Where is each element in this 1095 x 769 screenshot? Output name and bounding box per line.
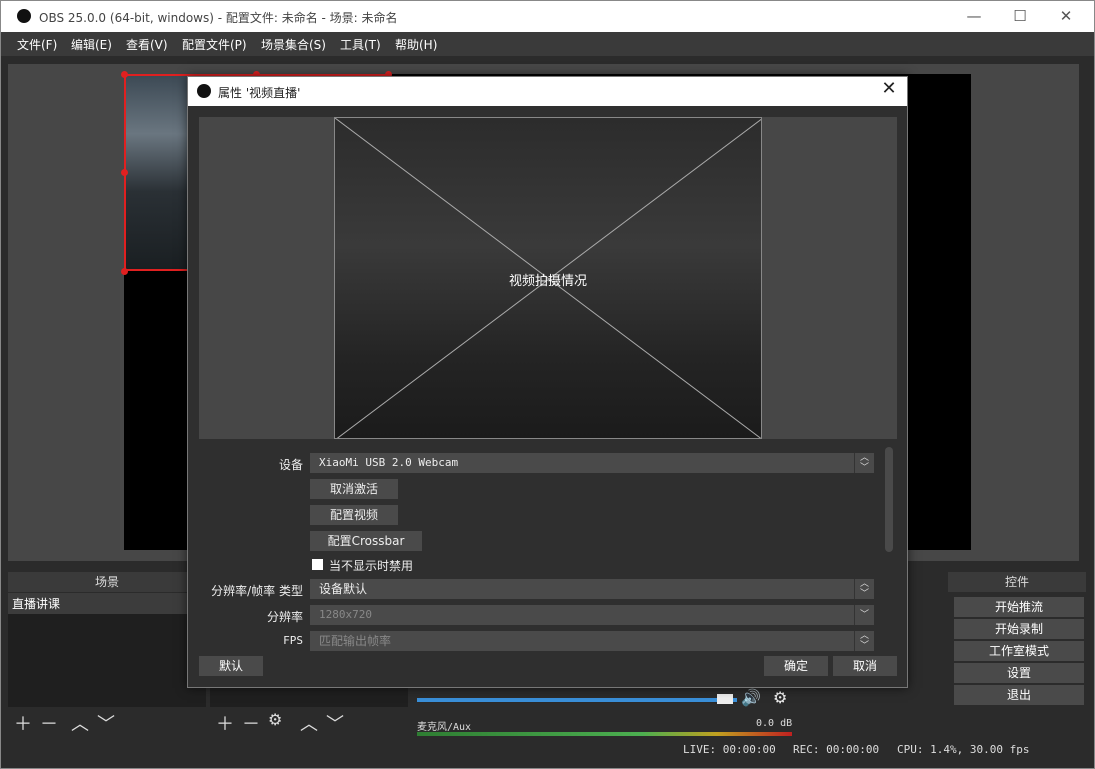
menu-tools[interactable]: 工具(T)	[340, 36, 381, 53]
rec-timer: REC: 00:00:00	[793, 743, 880, 756]
dialog-close-button[interactable]: ✕	[877, 78, 901, 99]
controls-dock-title: 控件	[948, 572, 1086, 592]
obs-main-window: OBS 25.0.0 (64-bit, windows) - 配置文件: 未命名…	[0, 0, 1095, 769]
maximize-button[interactable]: ☐	[997, 1, 1043, 32]
hide-disable-checkbox[interactable]	[312, 559, 323, 570]
menu-help[interactable]: 帮助(H)	[395, 36, 437, 53]
res-type-select[interactable]: 设备默认 ︿ ﹀	[310, 579, 874, 599]
dialog-title-bar: 属性 '视频直播' ✕	[188, 77, 907, 106]
device-label: 设备	[278, 458, 303, 472]
deactivate-button[interactable]: 取消激活	[310, 479, 398, 499]
add-icon[interactable]: ＋	[14, 710, 32, 736]
res-type-value: 设备默认	[319, 582, 368, 596]
move-up-icon[interactable]: ︿	[71, 710, 89, 736]
mixer-source-name: 麦克风/Aux	[417, 722, 472, 733]
scene-item[interactable]: 直播讲课	[8, 593, 206, 614]
window-title: OBS 25.0.0 (64-bit, windows) - 配置文件: 未命名…	[39, 11, 398, 25]
remove-icon[interactable]: －	[242, 710, 260, 736]
start-recording-button[interactable]: 开始录制	[954, 619, 1084, 639]
device-value: XiaoMi USB 2.0 Webcam	[319, 456, 459, 469]
webcam-preview: 视频拍摄情况	[334, 117, 762, 439]
fps-value: 匹配输出帧率	[319, 634, 392, 648]
resolution-value: 1280x720	[319, 608, 372, 621]
device-select[interactable]: XiaoMi USB 2.0 Webcam ︿ ﹀	[310, 453, 874, 473]
spinner-icon: ︿ ﹀	[854, 453, 874, 473]
move-up-icon[interactable]: ︿	[300, 710, 318, 736]
resize-handle[interactable]	[121, 71, 128, 78]
resize-handle[interactable]	[121, 268, 128, 275]
cpu-stats: CPU: 1.4%, 30.00 fps	[897, 743, 1030, 756]
menu-view[interactable]: 查看(V)	[126, 36, 168, 53]
move-down-icon[interactable]: ﹀	[97, 710, 115, 736]
speaker-icon[interactable]: 🔊	[741, 688, 761, 707]
move-down-icon[interactable]: ﹀	[326, 710, 344, 736]
fps-select[interactable]: 匹配输出帧率 ︿ ﹀	[310, 631, 874, 651]
exit-button[interactable]: 退出	[954, 685, 1084, 705]
ok-button[interactable]: 确定	[764, 656, 828, 676]
menu-profile[interactable]: 配置文件(P)	[182, 36, 247, 53]
add-icon[interactable]: ＋	[216, 710, 234, 736]
scenes-dock-title: 场景	[8, 572, 206, 592]
volume-slider-track[interactable]	[417, 698, 737, 702]
spinner-icon: ︿ ﹀	[854, 631, 874, 651]
audio-mixer: 🔊 ⚙ 麦克风/Aux 0.0 dB	[411, 687, 811, 738]
sources-toolbar: ＋ － ⚙ ︿ ﹀	[210, 708, 408, 736]
obs-logo-icon	[197, 84, 211, 98]
gear-icon[interactable]: ⚙	[773, 688, 787, 707]
menu-scene-collection[interactable]: 场景集合(S)	[261, 36, 326, 53]
chevron-down-icon: ﹀	[854, 605, 874, 625]
scenes-dock: 场景 直播讲课 ＋ － ︿ ﹀	[8, 572, 206, 738]
volume-slider-handle[interactable]	[717, 694, 733, 704]
dialog-title: 属性 '视频直播'	[218, 86, 301, 100]
remove-icon[interactable]: －	[40, 710, 58, 736]
settings-button[interactable]: 设置	[954, 663, 1084, 683]
properties-dialog: 属性 '视频直播' ✕ 视频拍摄情况 设备 XiaoMi USB 2.0 Web…	[187, 76, 908, 688]
studio-mode-button[interactable]: 工作室模式	[954, 641, 1084, 661]
scenes-list[interactable]: 直播讲课	[8, 593, 206, 707]
configure-crossbar-button[interactable]: 配置Crossbar	[310, 531, 422, 551]
start-streaming-button[interactable]: 开始推流	[954, 597, 1084, 617]
mixer-level: 0.0 dB	[756, 718, 793, 729]
properties-scrollbar[interactable]	[885, 447, 893, 552]
title-bar: OBS 25.0.0 (64-bit, windows) - 配置文件: 未命名…	[1, 1, 1094, 32]
menu-edit[interactable]: 编辑(E)	[71, 36, 112, 53]
scenes-toolbar: ＋ － ︿ ﹀	[8, 708, 206, 736]
cancel-button[interactable]: 取消	[833, 656, 897, 676]
minimize-button[interactable]: —	[951, 1, 997, 32]
res-type-label: 分辨率/帧率 类型	[211, 584, 303, 598]
status-bar: LIVE: 00:00:00 REC: 00:00:00 CPU: 1.4%, …	[1, 739, 1094, 761]
hide-disable-label: 当不显示时禁用	[329, 559, 414, 573]
close-button[interactable]: ✕	[1043, 1, 1089, 32]
preview-caption: 视频拍摄情况	[508, 274, 587, 289]
defaults-button[interactable]: 默认	[199, 656, 263, 676]
spinner-icon: ︿ ﹀	[854, 579, 874, 599]
menu-file[interactable]: 文件(F)	[17, 36, 57, 53]
fps-label: FPS	[283, 634, 303, 647]
menu-bar: 文件(F) 编辑(E) 查看(V) 配置文件(P) 场景集合(S) 工具(T) …	[1, 32, 1094, 56]
audio-meter	[417, 732, 792, 736]
resolution-label: 分辨率	[266, 610, 303, 624]
obs-logo-icon	[17, 9, 31, 23]
resolution-select[interactable]: 1280x720 ﹀	[310, 605, 874, 625]
gear-icon[interactable]: ⚙	[268, 710, 282, 729]
configure-video-button[interactable]: 配置视频	[310, 505, 398, 525]
dialog-preview-area: 视频拍摄情况	[199, 117, 897, 439]
resize-handle[interactable]	[121, 169, 128, 176]
live-timer: LIVE: 00:00:00	[683, 743, 776, 756]
